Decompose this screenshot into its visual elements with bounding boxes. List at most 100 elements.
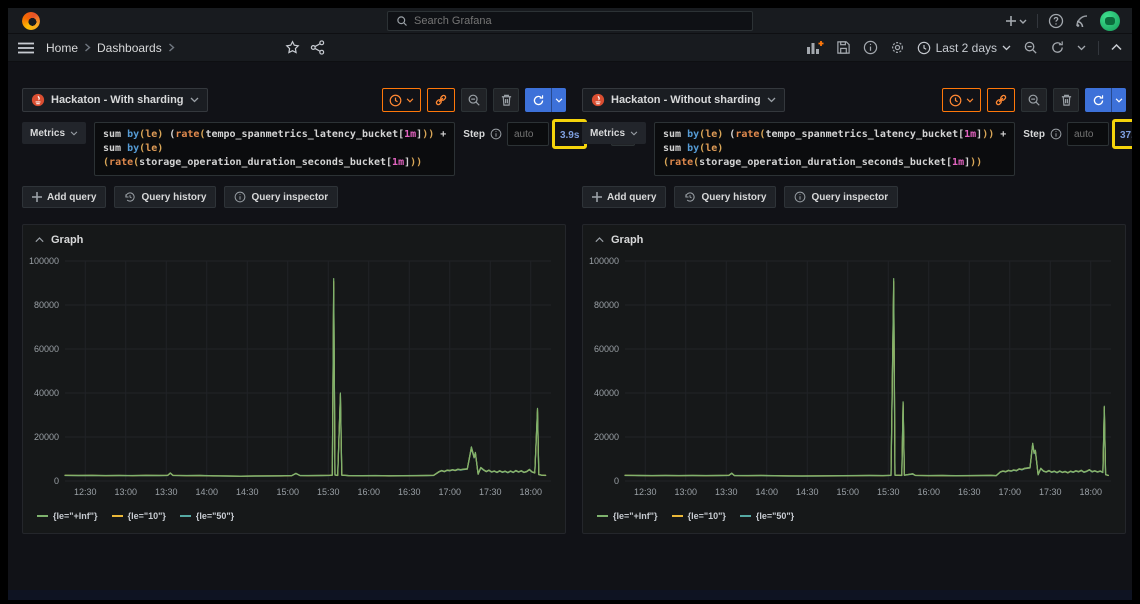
run-query-button[interactable]	[1085, 88, 1126, 112]
time-series-chart[interactable]: 02000040000600008000010000012:3013:0013:…	[583, 253, 1123, 507]
share-icon[interactable]	[310, 40, 325, 55]
add-query-button[interactable]: Add query	[582, 186, 666, 208]
pane-time-picker-button[interactable]	[382, 88, 421, 112]
save-icon[interactable]	[836, 40, 851, 55]
metrics-label: Metrics	[590, 128, 625, 139]
link-split-button[interactable]	[987, 88, 1015, 112]
settings-gear-icon[interactable]	[890, 40, 905, 55]
step-info-icon[interactable]	[1050, 128, 1062, 140]
legend-swatch	[37, 515, 48, 517]
run-query-caret[interactable]	[1111, 88, 1126, 112]
query-code-line: (rate(storage_operation_duration_seconds…	[103, 156, 446, 170]
svg-text:15:30: 15:30	[877, 487, 900, 497]
trash-button[interactable]	[493, 88, 519, 112]
query-history-button[interactable]: Query history	[114, 186, 216, 208]
divider	[1037, 14, 1038, 28]
collapse-up-icon[interactable]	[1111, 44, 1122, 51]
run-query-caret[interactable]	[551, 88, 566, 112]
svg-text:0: 0	[614, 476, 619, 486]
legend-label: {le="10"}	[128, 511, 166, 521]
refresh-interval-caret[interactable]	[1077, 45, 1086, 51]
zoom-out-icon[interactable]	[1023, 40, 1038, 55]
svg-text:15:00: 15:00	[836, 487, 859, 497]
svg-text:14:30: 14:30	[796, 487, 819, 497]
svg-text:14:00: 14:00	[755, 487, 778, 497]
query-inspector-button[interactable]: Query inspector	[784, 186, 898, 208]
svg-text:13:30: 13:30	[155, 487, 178, 497]
query-history-label: Query history	[701, 192, 766, 203]
time-range-picker[interactable]: Last 2 days	[917, 41, 1011, 55]
step-label: Step	[463, 129, 485, 140]
svg-text:13:30: 13:30	[715, 487, 738, 497]
svg-text:15:30: 15:30	[317, 487, 340, 497]
help-icon[interactable]	[1048, 13, 1064, 29]
collapse-chevron-icon[interactable]	[35, 237, 44, 243]
query-code-line: sum by(le) (rate(tempo_spanmetrics_laten…	[103, 128, 446, 142]
svg-text:17:30: 17:30	[1039, 487, 1062, 497]
zoom-out-button[interactable]	[461, 88, 487, 112]
svg-text:40000: 40000	[34, 388, 59, 398]
svg-text:14:00: 14:00	[195, 487, 218, 497]
collapse-chevron-icon[interactable]	[595, 237, 604, 243]
search-field[interactable]	[414, 15, 744, 27]
run-query-refresh-icon[interactable]	[525, 88, 551, 112]
metrics-label: Metrics	[30, 128, 65, 139]
run-query-refresh-icon[interactable]	[1085, 88, 1111, 112]
window-bottom-edge	[8, 590, 1132, 600]
svg-text:13:00: 13:00	[114, 487, 137, 497]
svg-text:12:30: 12:30	[634, 487, 657, 497]
svg-text:100000: 100000	[589, 256, 619, 266]
legend: {le="+Inf"} {le="10"} {le="50"}	[23, 507, 565, 521]
add-query-button[interactable]: Add query	[22, 186, 106, 208]
legend-label: {le="+Inf"}	[53, 511, 98, 521]
query-editor[interactable]: sum by(le) (rate(tempo_spanmetrics_laten…	[94, 122, 455, 176]
legend-label: {le="50"}	[756, 511, 794, 521]
step-label: Step	[1023, 129, 1045, 140]
query-history-label: Query history	[141, 192, 206, 203]
breadcrumb-home[interactable]: Home	[46, 41, 78, 55]
datasource-picker[interactable]: Hackaton - With sharding	[22, 88, 208, 112]
search-input[interactable]	[387, 11, 753, 31]
breadcrumb-dashboards[interactable]: Dashboards	[97, 41, 162, 55]
metrics-dropdown[interactable]: Metrics	[582, 122, 646, 144]
datasource-picker[interactable]: Hackaton - Without sharding	[582, 88, 785, 112]
datasource-name: Hackaton - With sharding	[51, 94, 184, 106]
step-input[interactable]	[1067, 122, 1109, 146]
time-series-chart[interactable]: 02000040000600008000010000012:3013:0013:…	[23, 253, 563, 507]
graph-panel: Graph 02000040000600008000010000012:3013…	[582, 224, 1126, 534]
star-icon[interactable]	[285, 40, 300, 55]
svg-text:17:00: 17:00	[438, 487, 461, 497]
trash-button[interactable]	[1053, 88, 1079, 112]
step-input[interactable]	[507, 122, 549, 146]
step-info-icon[interactable]	[490, 128, 502, 140]
graph-title: Graph	[51, 234, 83, 246]
explore-pane: Hackaton - Without sharding	[578, 88, 1130, 534]
explore-split-view: Hackaton - With sharding	[8, 62, 1132, 534]
link-split-button[interactable]	[427, 88, 455, 112]
legend-item[interactable]: {le="10"}	[112, 511, 166, 521]
svg-text:18:00: 18:00	[519, 487, 542, 497]
legend-item[interactable]: {le="+Inf"}	[37, 511, 98, 521]
add-menu-button[interactable]	[1005, 14, 1027, 28]
add-panel-icon[interactable]	[806, 40, 824, 55]
user-avatar[interactable]	[1100, 11, 1120, 31]
yellow-annotation-box: 37.7s	[1112, 119, 1132, 149]
grafana-logo-icon[interactable]	[22, 12, 40, 30]
metrics-dropdown[interactable]: Metrics	[22, 122, 86, 144]
query-exec-time: 37.7s	[1120, 130, 1132, 141]
news-icon[interactable]	[1074, 13, 1090, 29]
refresh-icon[interactable]	[1050, 40, 1065, 55]
legend-item[interactable]: {le="50"}	[740, 511, 794, 521]
legend-item[interactable]: {le="+Inf"}	[597, 511, 658, 521]
info-icon[interactable]	[863, 40, 878, 55]
query-inspector-button[interactable]: Query inspector	[224, 186, 338, 208]
query-editor[interactable]: sum by(le) (rate(tempo_spanmetrics_laten…	[654, 122, 1015, 176]
pane-time-picker-button[interactable]	[942, 88, 981, 112]
legend-item[interactable]: {le="50"}	[180, 511, 234, 521]
run-query-button[interactable]	[525, 88, 566, 112]
zoom-out-button[interactable]	[1021, 88, 1047, 112]
legend-item[interactable]: {le="10"}	[672, 511, 726, 521]
query-history-button[interactable]: Query history	[674, 186, 776, 208]
menu-icon[interactable]	[18, 42, 34, 54]
query-code-line: sum by(le)	[103, 142, 446, 156]
